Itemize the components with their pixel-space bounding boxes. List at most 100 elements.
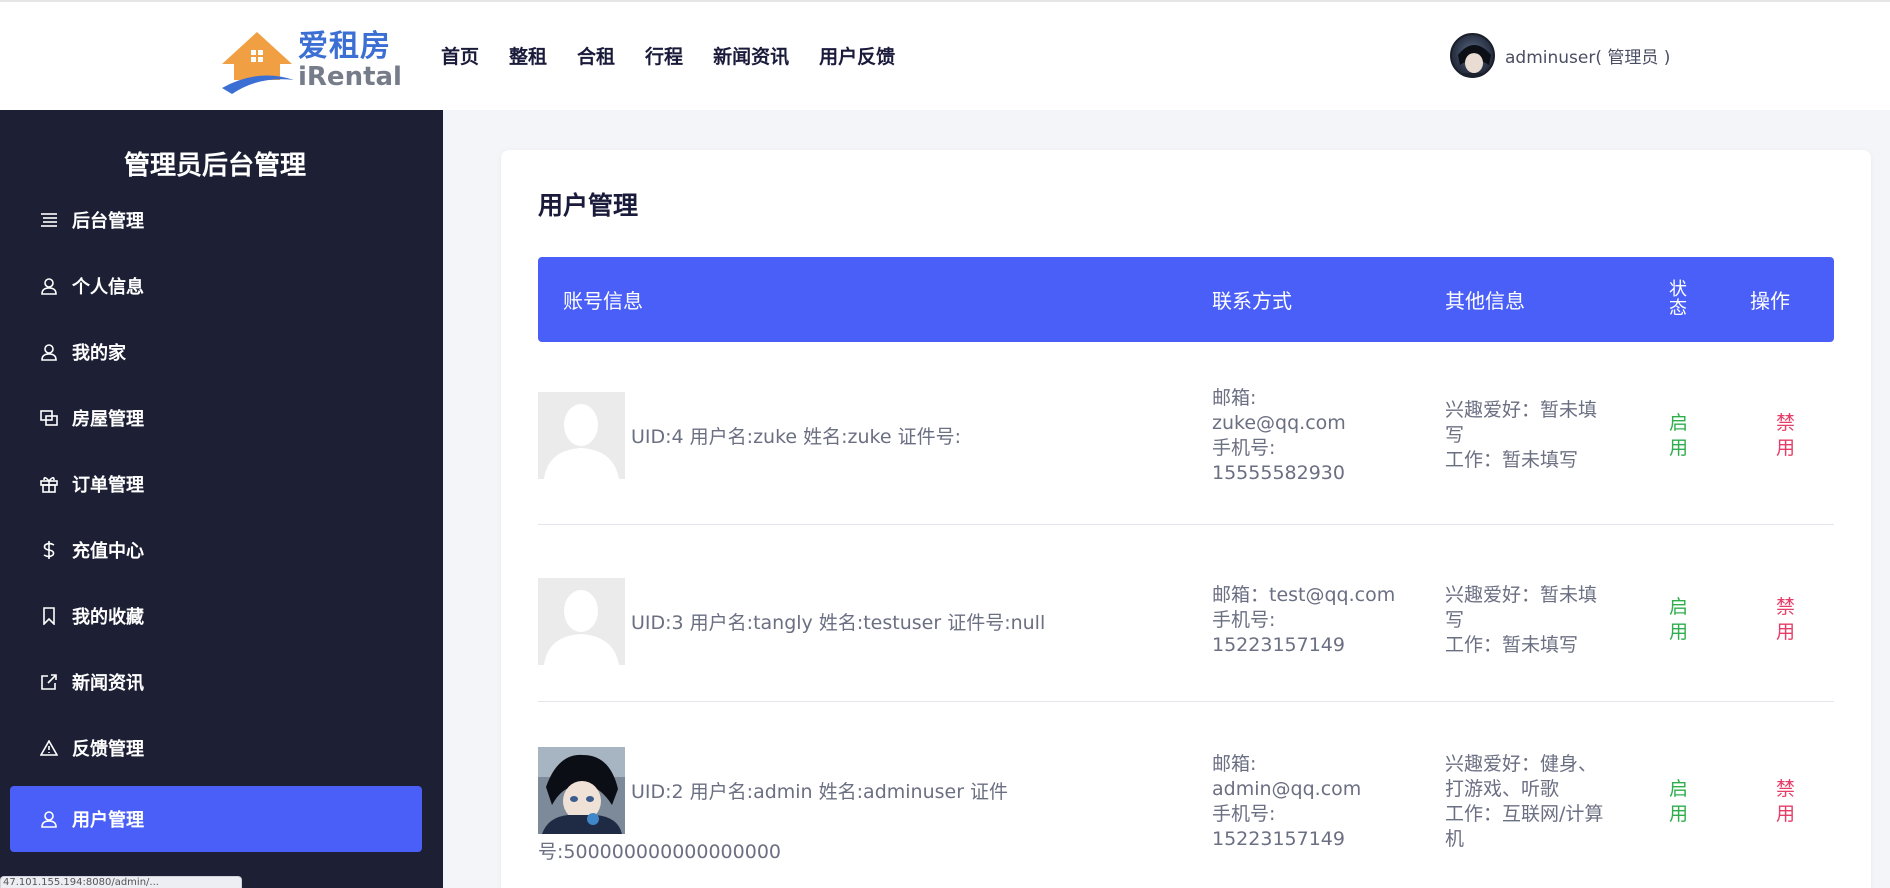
user-icon [38, 808, 60, 830]
external-link-icon [38, 671, 60, 693]
contact-info: 邮箱: admin@qq.com 手机号: 15223157149 [1212, 752, 1412, 852]
avatar[interactable] [1450, 33, 1495, 78]
action-char-1: 禁 [1776, 412, 1796, 434]
sidebar-item-news[interactable]: 新闻资讯 [10, 649, 422, 715]
table-header: 账号信息 联系方式 其他信息 状 态 操作 [538, 257, 1834, 342]
table-row: UID:2 用户名:admin 姓名:adminuser 证件 号:500000… [538, 702, 1834, 888]
table-row: UID:4 用户名:zuke 姓名:zuke 证件号: 邮箱: zuke@qq.… [538, 342, 1834, 525]
sidebar-item-profile[interactable]: 个人信息 [10, 253, 422, 319]
nav-home[interactable]: 首页 [441, 42, 479, 69]
bookmark-icon [38, 605, 60, 627]
account-info-line-2: 号:500000000000000000 [538, 841, 781, 863]
sidebar-item-label: 订单管理 [72, 475, 144, 496]
job-line-1: 工作：互联网/计算 [1445, 803, 1604, 825]
top-header: 爱租房 iRental 首页 整租 合租 行程 新闻资讯 用户反馈 adminu… [0, 0, 1890, 110]
job-line-1: 工作：暂未填写 [1445, 449, 1579, 471]
job-line-2: 机 [1445, 828, 1465, 850]
action-char-1: 禁 [1776, 596, 1796, 618]
contact-info: 邮箱: zuke@qq.com 手机号: 15555582930 [1212, 386, 1412, 486]
sidebar-item-label: 充值中心 [72, 541, 144, 562]
sidebar-item-my-home[interactable]: 我的家 [10, 319, 422, 385]
sidebar-item-recharge[interactable]: 充值中心 [10, 517, 422, 583]
column-contact: 联系方式 [1212, 289, 1292, 313]
hobby-line-2: 写 [1445, 609, 1465, 631]
house-logo-icon [218, 28, 296, 94]
nav-whole-rent[interactable]: 整租 [509, 42, 547, 69]
column-status-char-2: 态 [1669, 297, 1687, 319]
status-char-2: 用 [1669, 621, 1689, 643]
phone-value: 15223157149 [1212, 828, 1345, 850]
enable-status[interactable]: 启 用 [1669, 777, 1691, 827]
email-value: admin@qq.com [1212, 778, 1362, 800]
hobby-line-2: 写 [1445, 424, 1465, 446]
brand-name-en: iRental [298, 62, 402, 92]
brand-logo[interactable]: 爱租房 iRental [218, 28, 402, 94]
account-info: UID:4 用户名:zuke 姓名:zuke 证件号: [631, 426, 962, 448]
contact-info: 邮箱：test@qq.com 手机号: 15223157149 [1212, 583, 1412, 658]
nav-feedback[interactable]: 用户反馈 [819, 42, 895, 69]
gift-icon [38, 473, 60, 495]
disable-button[interactable]: 禁 用 [1776, 595, 1798, 645]
status-char-1: 启 [1669, 778, 1689, 800]
other-info: 兴趣爱好：健身、 打游戏、听歌 工作：互联网/计算 机 [1445, 752, 1620, 852]
copy-icon [38, 407, 60, 429]
sidebar-item-favorites[interactable]: 我的收藏 [10, 583, 422, 649]
hobby-line-2: 打游戏、听歌 [1445, 778, 1560, 800]
table-row: UID:3 用户名:tangly 姓名:testuser 证件号:null 邮箱… [538, 525, 1834, 702]
status-char-2: 用 [1669, 437, 1689, 459]
user-name: adminuser( 管理员 ) [1505, 48, 1671, 68]
sidebar-item-feedback-management[interactable]: 反馈管理 [10, 715, 422, 781]
action-char-2: 用 [1776, 437, 1796, 459]
anime-avatar [538, 747, 625, 834]
phone-label: 手机号: [1212, 609, 1276, 631]
hobby-line-1: 兴趣爱好：健身、 [1445, 753, 1598, 775]
sidebar-item-label: 后台管理 [72, 211, 144, 232]
sidebar-item-house-management[interactable]: 房屋管理 [10, 385, 422, 451]
other-info: 兴趣爱好：暂未填 写 工作：暂未填写 [1445, 398, 1620, 473]
sidebar: 管理员后台管理 后台管理 个人信息 我的家 房屋管理 订单管理 充值中心 我的收… [0, 110, 443, 888]
action-char-2: 用 [1776, 803, 1796, 825]
email-label: 邮箱: [1212, 753, 1257, 775]
phone-value: 15555582930 [1212, 462, 1345, 484]
column-status-char-1: 状 [1669, 278, 1687, 300]
action-char-2: 用 [1776, 621, 1796, 643]
sidebar-item-label: 我的家 [72, 343, 126, 364]
user-menu[interactable]: adminuser( 管理员 ) [1450, 33, 1670, 78]
email-value: zuke@qq.com [1212, 412, 1346, 434]
browser-status-url: 47.101.155.194:8080/admin/... [0, 876, 242, 888]
other-info: 兴趣爱好：暂未填 写 工作：暂未填写 [1445, 583, 1620, 658]
sidebar-item-dashboard[interactable]: 后台管理 [10, 187, 422, 253]
list-icon [38, 209, 60, 231]
status-char-1: 启 [1669, 596, 1689, 618]
status-char-2: 用 [1669, 803, 1689, 825]
phone-label: 手机号: [1212, 437, 1276, 459]
sidebar-item-order-management[interactable]: 订单管理 [10, 451, 422, 517]
column-status: 状 态 [1669, 257, 1687, 342]
default-avatar [538, 578, 625, 665]
email-label: 邮箱：test@qq.com [1212, 584, 1396, 606]
enable-status[interactable]: 启 用 [1669, 595, 1691, 645]
sidebar-item-user-management[interactable]: 用户管理 [10, 786, 422, 852]
default-avatar [538, 392, 625, 479]
hobby-line-1: 兴趣爱好：暂未填 [1445, 584, 1598, 606]
user-icon [38, 275, 60, 297]
main-nav: 首页 整租 合租 行程 新闻资讯 用户反馈 [441, 42, 925, 69]
disable-button[interactable]: 禁 用 [1776, 777, 1798, 827]
column-other: 其他信息 [1445, 289, 1525, 313]
sidebar-item-label: 用户管理 [72, 810, 144, 831]
nav-news[interactable]: 新闻资讯 [713, 42, 789, 69]
email-label: 邮箱: [1212, 387, 1257, 409]
page: 爱租房 iRental 首页 整租 合租 行程 新闻资讯 用户反馈 adminu… [0, 0, 1890, 888]
disable-button[interactable]: 禁 用 [1776, 411, 1798, 461]
nav-shared-rent[interactable]: 合租 [577, 42, 615, 69]
user-management-card: 用户管理 账号信息 联系方式 其他信息 状 态 操作 UID:4 用户名:zuk… [501, 150, 1871, 888]
page-title: 用户管理 [538, 191, 639, 220]
sidebar-item-label: 反馈管理 [72, 739, 144, 760]
user-icon [38, 341, 60, 363]
brand-name-cn: 爱租房 [298, 29, 391, 64]
enable-status[interactable]: 启 用 [1669, 411, 1691, 461]
sidebar-item-label: 个人信息 [72, 277, 144, 298]
status-char-1: 启 [1669, 412, 1689, 434]
phone-label: 手机号: [1212, 803, 1276, 825]
nav-trip[interactable]: 行程 [645, 42, 683, 69]
